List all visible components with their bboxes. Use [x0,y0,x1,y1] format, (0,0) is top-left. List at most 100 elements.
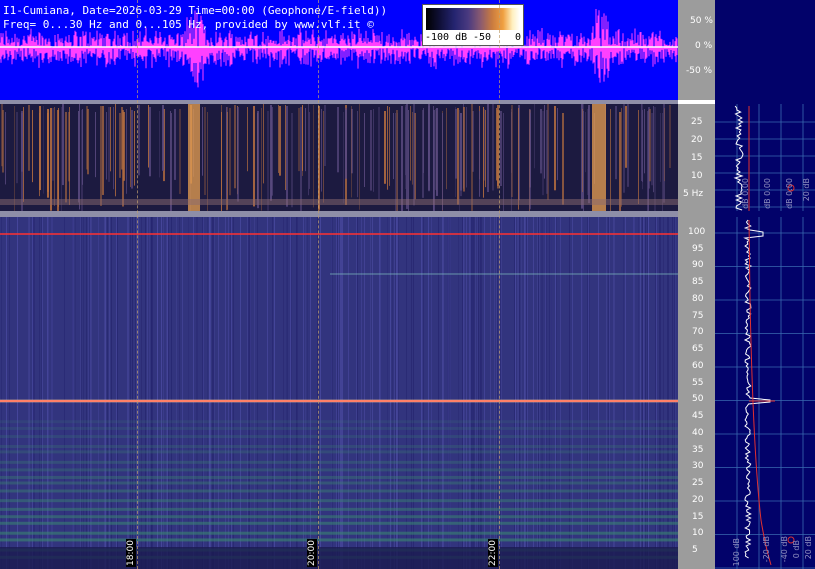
spectrogram-streak [28,105,30,171]
spectrogram-streak [95,112,96,178]
spectrogram-band [0,489,678,493]
spectrogram-streak [123,112,125,181]
spectrogram-band [0,435,678,439]
spectrogram-streak [237,107,239,202]
spectrogram-streak [518,108,519,210]
spectrum-profile-plot [715,104,815,569]
spectrogram-streak [623,104,625,193]
spectrogram-streak [14,106,15,211]
spectrogram-streak [641,104,642,182]
spectrogram-streak [108,107,110,182]
spectrogram-streak [39,106,41,191]
low-freq-tick: 25 [691,117,703,127]
high-frequency-spectrogram [0,217,678,569]
spectrogram-streak [267,111,269,211]
vlf-spectrogram-window: I1-Cumiana, Date=2026-03-29 Time=00:00 (… [0,0,815,569]
spectrogram-streak [530,113,531,188]
spectrogram-streak [23,107,24,202]
spectrogram-streak [503,113,504,211]
spectrogram-streak [546,110,548,194]
spectrogram-streak [286,106,288,207]
high-frequency-spectrogram-image [0,217,678,569]
high-freq-tick: 30 [692,461,704,472]
profile-scale-label: 20 dB [802,178,811,202]
spectrogram-streak [253,106,255,207]
spectrogram-streak [582,109,583,193]
spectrogram-streak [492,104,494,191]
spectrogram-streak [511,105,513,198]
high-freq-tick: 55 [692,377,704,388]
spectrogram-streak [406,104,408,209]
spectrogram-streak [131,110,133,189]
spectrogram-streak [583,104,584,201]
profile-scale-label: 20 dB [804,536,813,560]
spectrogram-streak [162,105,164,171]
spectrogram-streak [313,105,314,208]
spectrogram-streak [669,105,671,168]
spectrogram-streak [364,113,365,187]
spectrogram-streak [615,106,617,180]
spectrogram-streak [410,106,411,181]
high-freq-tick: 65 [692,344,704,355]
spectrogram-streak [396,110,398,211]
spectrogram-band [0,426,678,430]
profile-scale-label: -40 dB [780,536,789,563]
spectrogram-streak [378,107,380,200]
spectrogram-streak [106,112,107,180]
spectrogram-streak [247,107,248,172]
spectrogram-streak [279,106,281,176]
spectrogram-streak [261,108,262,211]
profile-scale-label: dB 0.00 [741,178,750,209]
spectrogram-streak [660,113,661,182]
spectrogram-streak [654,107,656,211]
spectrogram-streak [534,104,535,169]
spectrogram-streak [562,113,564,205]
low-freq-tick: 10 [691,171,703,181]
spectrogram-streak [47,113,49,198]
spectrogram-streak [86,106,88,170]
high-freq-tick: 80 [692,293,704,304]
amplitude-tick: 50 % [690,16,713,26]
spectrogram-streak [308,104,309,196]
spectrogram-streak [649,109,651,182]
low-freq-tick: 15 [691,153,703,163]
time-gridline [499,0,500,569]
spectrogram-streak [43,106,44,194]
spectrogram-streak [408,110,409,211]
spectrogram-streak [370,110,372,191]
spectrogram-streak [324,105,326,167]
time-label-20: 20:00 [307,539,317,567]
spectrogram-streak [393,113,394,180]
spectrogram-streak [321,109,322,192]
spectrogram-streak [52,108,54,181]
high-freq-spectrum-profile [743,219,771,559]
spectrogram-streak [54,107,55,206]
low-freq-tick: 5 Hz [683,189,704,199]
high-freq-reference-curve [748,219,772,566]
spectrogram-streak [648,110,649,211]
spectrogram-band [0,468,678,472]
spectrogram-streak [100,106,102,206]
high-freq-tick: 5 [692,545,698,555]
spectrogram-streak [479,111,480,197]
spectrogram-streak [423,108,424,173]
spectrogram-streak [174,109,176,180]
high-freq-tick: 20 [692,494,704,505]
spectrogram-streak [16,112,18,184]
profile-scale-label: dB 0.00 [763,178,772,209]
spectrogram-streak [2,110,4,173]
spectrogram-streak [413,104,415,206]
spectrogram-streak [588,107,589,191]
spectrogram-streak [412,112,413,185]
spectrogram-streak [113,107,114,190]
high-freq-tick: 40 [692,427,704,438]
spectrogram-streak [471,104,473,211]
spectrogram-band [0,521,678,525]
spectrogram-streak [627,104,629,187]
spectrogram-streak [298,108,300,172]
spectrogram-streak [542,111,544,196]
spectrogram-band [0,515,678,519]
high-freq-tick: 90 [692,260,704,271]
high-freq-tick: 35 [692,444,704,455]
spectrogram-streak [68,112,70,182]
